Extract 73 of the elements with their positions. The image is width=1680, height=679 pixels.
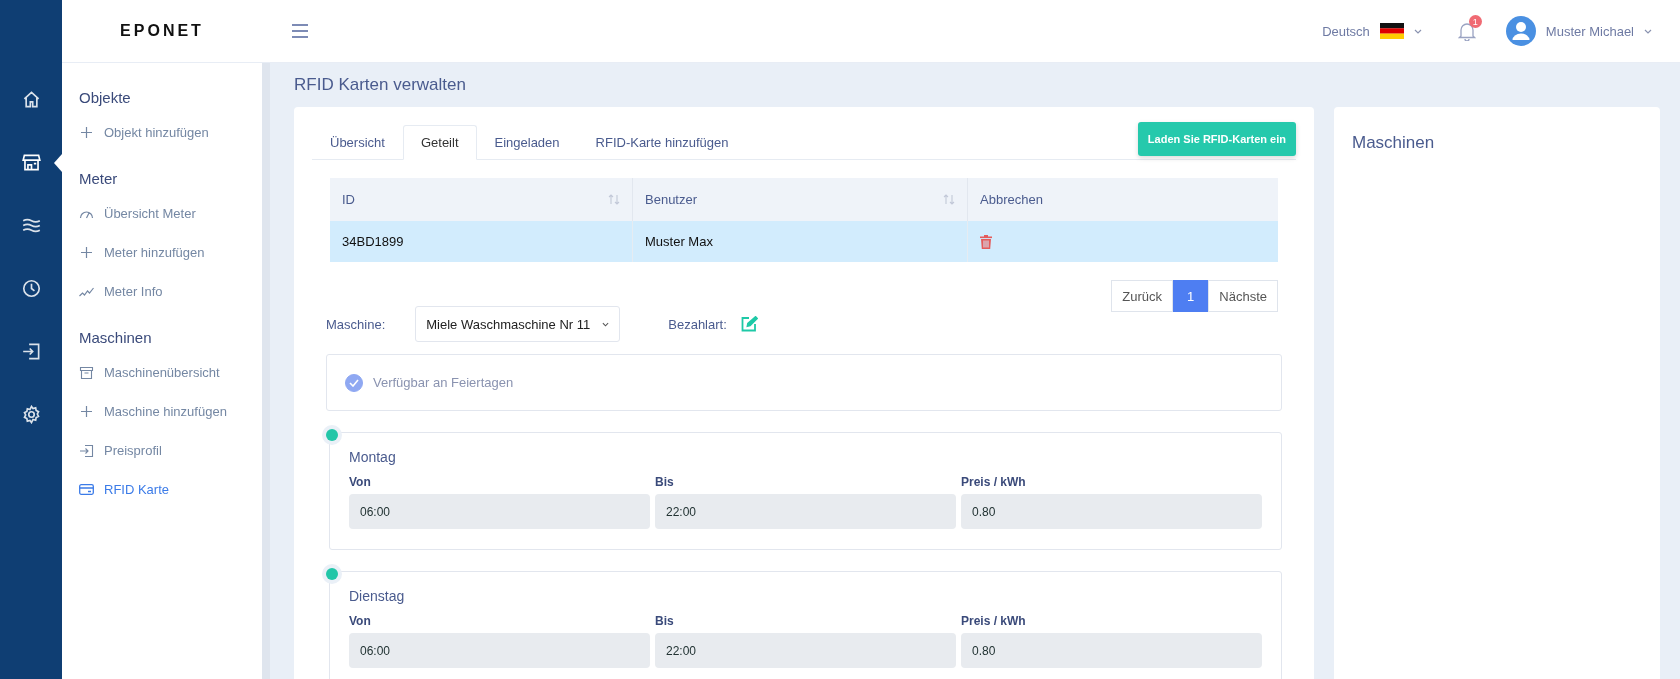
table-row[interactable]: 34BD1899 Muster Max [330, 221, 1278, 262]
machine-select[interactable]: Miele Waschmaschine Nr 11 [415, 306, 621, 342]
column-header[interactable]: Abbrechen [968, 178, 1278, 221]
input-field[interactable]: 06:00 [349, 494, 650, 529]
chevron-down-icon [602, 321, 610, 327]
language-selector[interactable]: Deutsch [1316, 22, 1428, 40]
input-field[interactable]: 0.80 [961, 633, 1262, 668]
sidebar-section-title: Objekte [79, 87, 132, 108]
clock-icon [21, 279, 41, 298]
plus-icon [79, 406, 94, 417]
sidebar-item[interactable]: Maschinenübersicht [79, 353, 262, 392]
tab[interactable]: Eingeladen [476, 125, 578, 160]
plus-icon [79, 247, 94, 258]
sidebar-item[interactable]: Preisprofil [79, 431, 262, 470]
flag-icon [1379, 23, 1404, 39]
bell-icon[interactable] [1457, 21, 1476, 41]
input-field[interactable]: 06:00 [349, 633, 650, 668]
logo: EPONET [120, 22, 204, 40]
input-field[interactable]: 22:00 [655, 633, 956, 668]
field-label: Bis [655, 614, 675, 628]
chevron-down-icon [1644, 28, 1652, 34]
waves-icon [21, 216, 41, 235]
tab[interactable]: RFID-Karte hinzufügen [577, 125, 747, 160]
sidebar-item[interactable]: Maschine hinzufügen [79, 392, 262, 431]
tab[interactable]: Geteilt [402, 125, 477, 160]
archive-box-icon [79, 366, 94, 379]
sidebar-section-title: Maschinen [79, 327, 153, 348]
line-chart-icon [79, 286, 94, 297]
credit-card-icon [79, 484, 94, 495]
table-cell: 34BD1899 [330, 221, 633, 262]
checkmark-icon [349, 378, 359, 387]
field-label: Von [349, 475, 372, 489]
table-cell: Muster Max [633, 221, 968, 262]
settings-icon [21, 405, 41, 424]
input-field[interactable]: 0.80 [961, 494, 1262, 529]
previous-page-button[interactable]: Zurück [1111, 280, 1174, 312]
edit-icon[interactable] [740, 316, 758, 332]
trash-icon[interactable] [980, 234, 992, 249]
sidebar-item[interactable]: RFID Karte [79, 470, 262, 509]
field-label: Preis / kWh [961, 614, 1027, 628]
sidebar-item[interactable]: Meter hinzufügen [79, 233, 262, 272]
tab[interactable]: Übersicht [312, 125, 403, 160]
user-menu[interactable]: Muster Michael [1499, 15, 1658, 47]
gauge-icon [79, 208, 94, 219]
sidebar-item[interactable]: Übersicht Meter [79, 194, 262, 233]
payment-label: Bezahlart: [668, 316, 727, 332]
sidebar-section-title: Meter [79, 168, 119, 189]
panel-title: Maschinen [1352, 133, 1436, 153]
store-icon [21, 153, 41, 172]
field-label: Von [349, 614, 372, 628]
sign-in-icon [21, 342, 41, 361]
input-field[interactable]: 22:00 [655, 494, 956, 529]
sidebar-item[interactable]: Meter Info [79, 272, 262, 311]
plus-icon [79, 127, 94, 138]
sign-in-icon [79, 444, 94, 457]
avatar-icon [1505, 16, 1536, 46]
checkbox-label: Verfügbar an Feiertagen [373, 375, 514, 390]
page-title: RFID Karten verwalten [294, 75, 467, 95]
menu-icon[interactable] [292, 24, 308, 38]
notification-badge: 1 [1468, 15, 1482, 28]
field-label: Bis [655, 475, 675, 489]
machine-label: Maschine: [326, 316, 386, 332]
timeline-dot [326, 568, 338, 580]
timeline-dot [326, 429, 338, 441]
checkbox[interactable] [345, 373, 363, 392]
next-page-button[interactable]: Nächste [1208, 280, 1278, 312]
field-label: Preis / kWh [961, 475, 1027, 489]
page-button[interactable]: 1 [1173, 280, 1209, 312]
day-title: Dienstag [349, 588, 406, 604]
home-icon [21, 90, 41, 109]
chevron-down-icon [1413, 28, 1422, 34]
sidebar-item[interactable]: Objekt hinzufügen [79, 113, 262, 152]
day-title: Montag [349, 449, 397, 465]
